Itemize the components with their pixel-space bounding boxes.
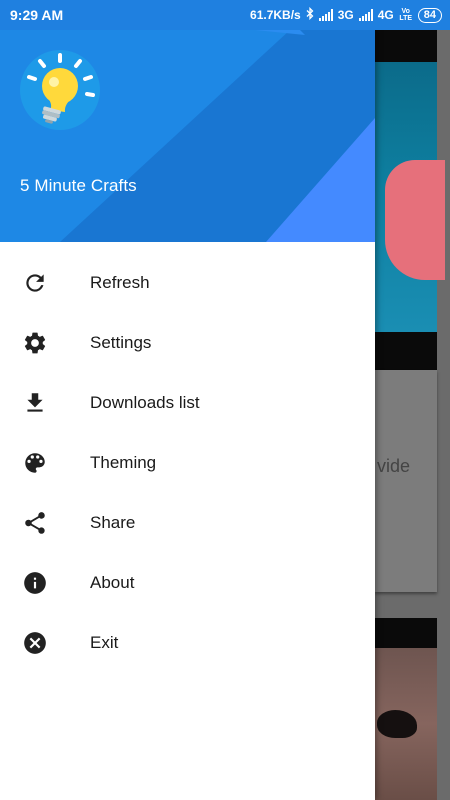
close-circle-icon bbox=[24, 632, 46, 654]
background-bar bbox=[375, 30, 437, 62]
share-icon bbox=[25, 512, 45, 534]
info-icon bbox=[24, 572, 46, 594]
background-photo-detail bbox=[377, 710, 417, 738]
menu-item-exit[interactable]: Exit bbox=[0, 613, 375, 673]
status-indicators: 61.7KB/s 3G 4G Vo LTE 84 bbox=[250, 6, 442, 24]
network-speed: 61.7KB/s bbox=[250, 8, 301, 22]
battery-level: 84 bbox=[423, 8, 436, 21]
background-bar bbox=[375, 618, 437, 648]
status-time: 9:29 AM bbox=[10, 7, 64, 23]
battery-icon: 84 bbox=[417, 7, 442, 23]
background-content[interactable]: vide bbox=[375, 30, 450, 800]
drawer-menu: Refresh Settings Downloads list Theming … bbox=[0, 253, 375, 673]
menu-item-downloads-list[interactable]: Downloads list bbox=[0, 373, 375, 433]
volte-label: Vo LTE bbox=[399, 8, 413, 22]
status-bar: 9:29 AM 61.7KB/s 3G 4G Vo LTE 84 bbox=[0, 0, 450, 30]
menu-item-settings[interactable]: Settings bbox=[0, 313, 375, 373]
menu-label: Theming bbox=[90, 453, 157, 472]
download-icon bbox=[27, 393, 43, 412]
network-3g-label: 3G bbox=[337, 8, 354, 22]
background-bar bbox=[375, 332, 437, 370]
menu-label: Exit bbox=[90, 633, 119, 652]
refresh-icon bbox=[26, 274, 44, 292]
signal-icon bbox=[318, 9, 333, 21]
gear-icon bbox=[24, 332, 46, 354]
network-4g-label: 4G bbox=[377, 8, 394, 22]
drawer-header: 5 Minute Crafts bbox=[0, 30, 375, 242]
navigation-drawer: 5 Minute Crafts Refresh Settings Downloa… bbox=[0, 30, 375, 800]
palette-icon bbox=[25, 453, 45, 473]
menu-label: Refresh bbox=[90, 273, 150, 292]
menu-item-about[interactable]: About bbox=[0, 553, 375, 613]
menu-label: Settings bbox=[90, 333, 152, 352]
menu-item-refresh[interactable]: Refresh bbox=[0, 253, 375, 313]
menu-item-theming[interactable]: Theming bbox=[0, 433, 375, 493]
menu-label: About bbox=[90, 573, 135, 592]
background-card-text: vide bbox=[377, 456, 411, 476]
bluetooth-icon bbox=[306, 6, 314, 23]
background-card bbox=[375, 370, 437, 592]
background-photo-detail bbox=[385, 160, 445, 280]
menu-label: Downloads list bbox=[90, 393, 200, 412]
signal-icon-2 bbox=[358, 9, 373, 21]
menu-label: Share bbox=[90, 513, 136, 532]
app-logo-icon bbox=[20, 50, 100, 130]
menu-item-share[interactable]: Share bbox=[0, 493, 375, 553]
app-name: 5 Minute Crafts bbox=[20, 176, 137, 195]
